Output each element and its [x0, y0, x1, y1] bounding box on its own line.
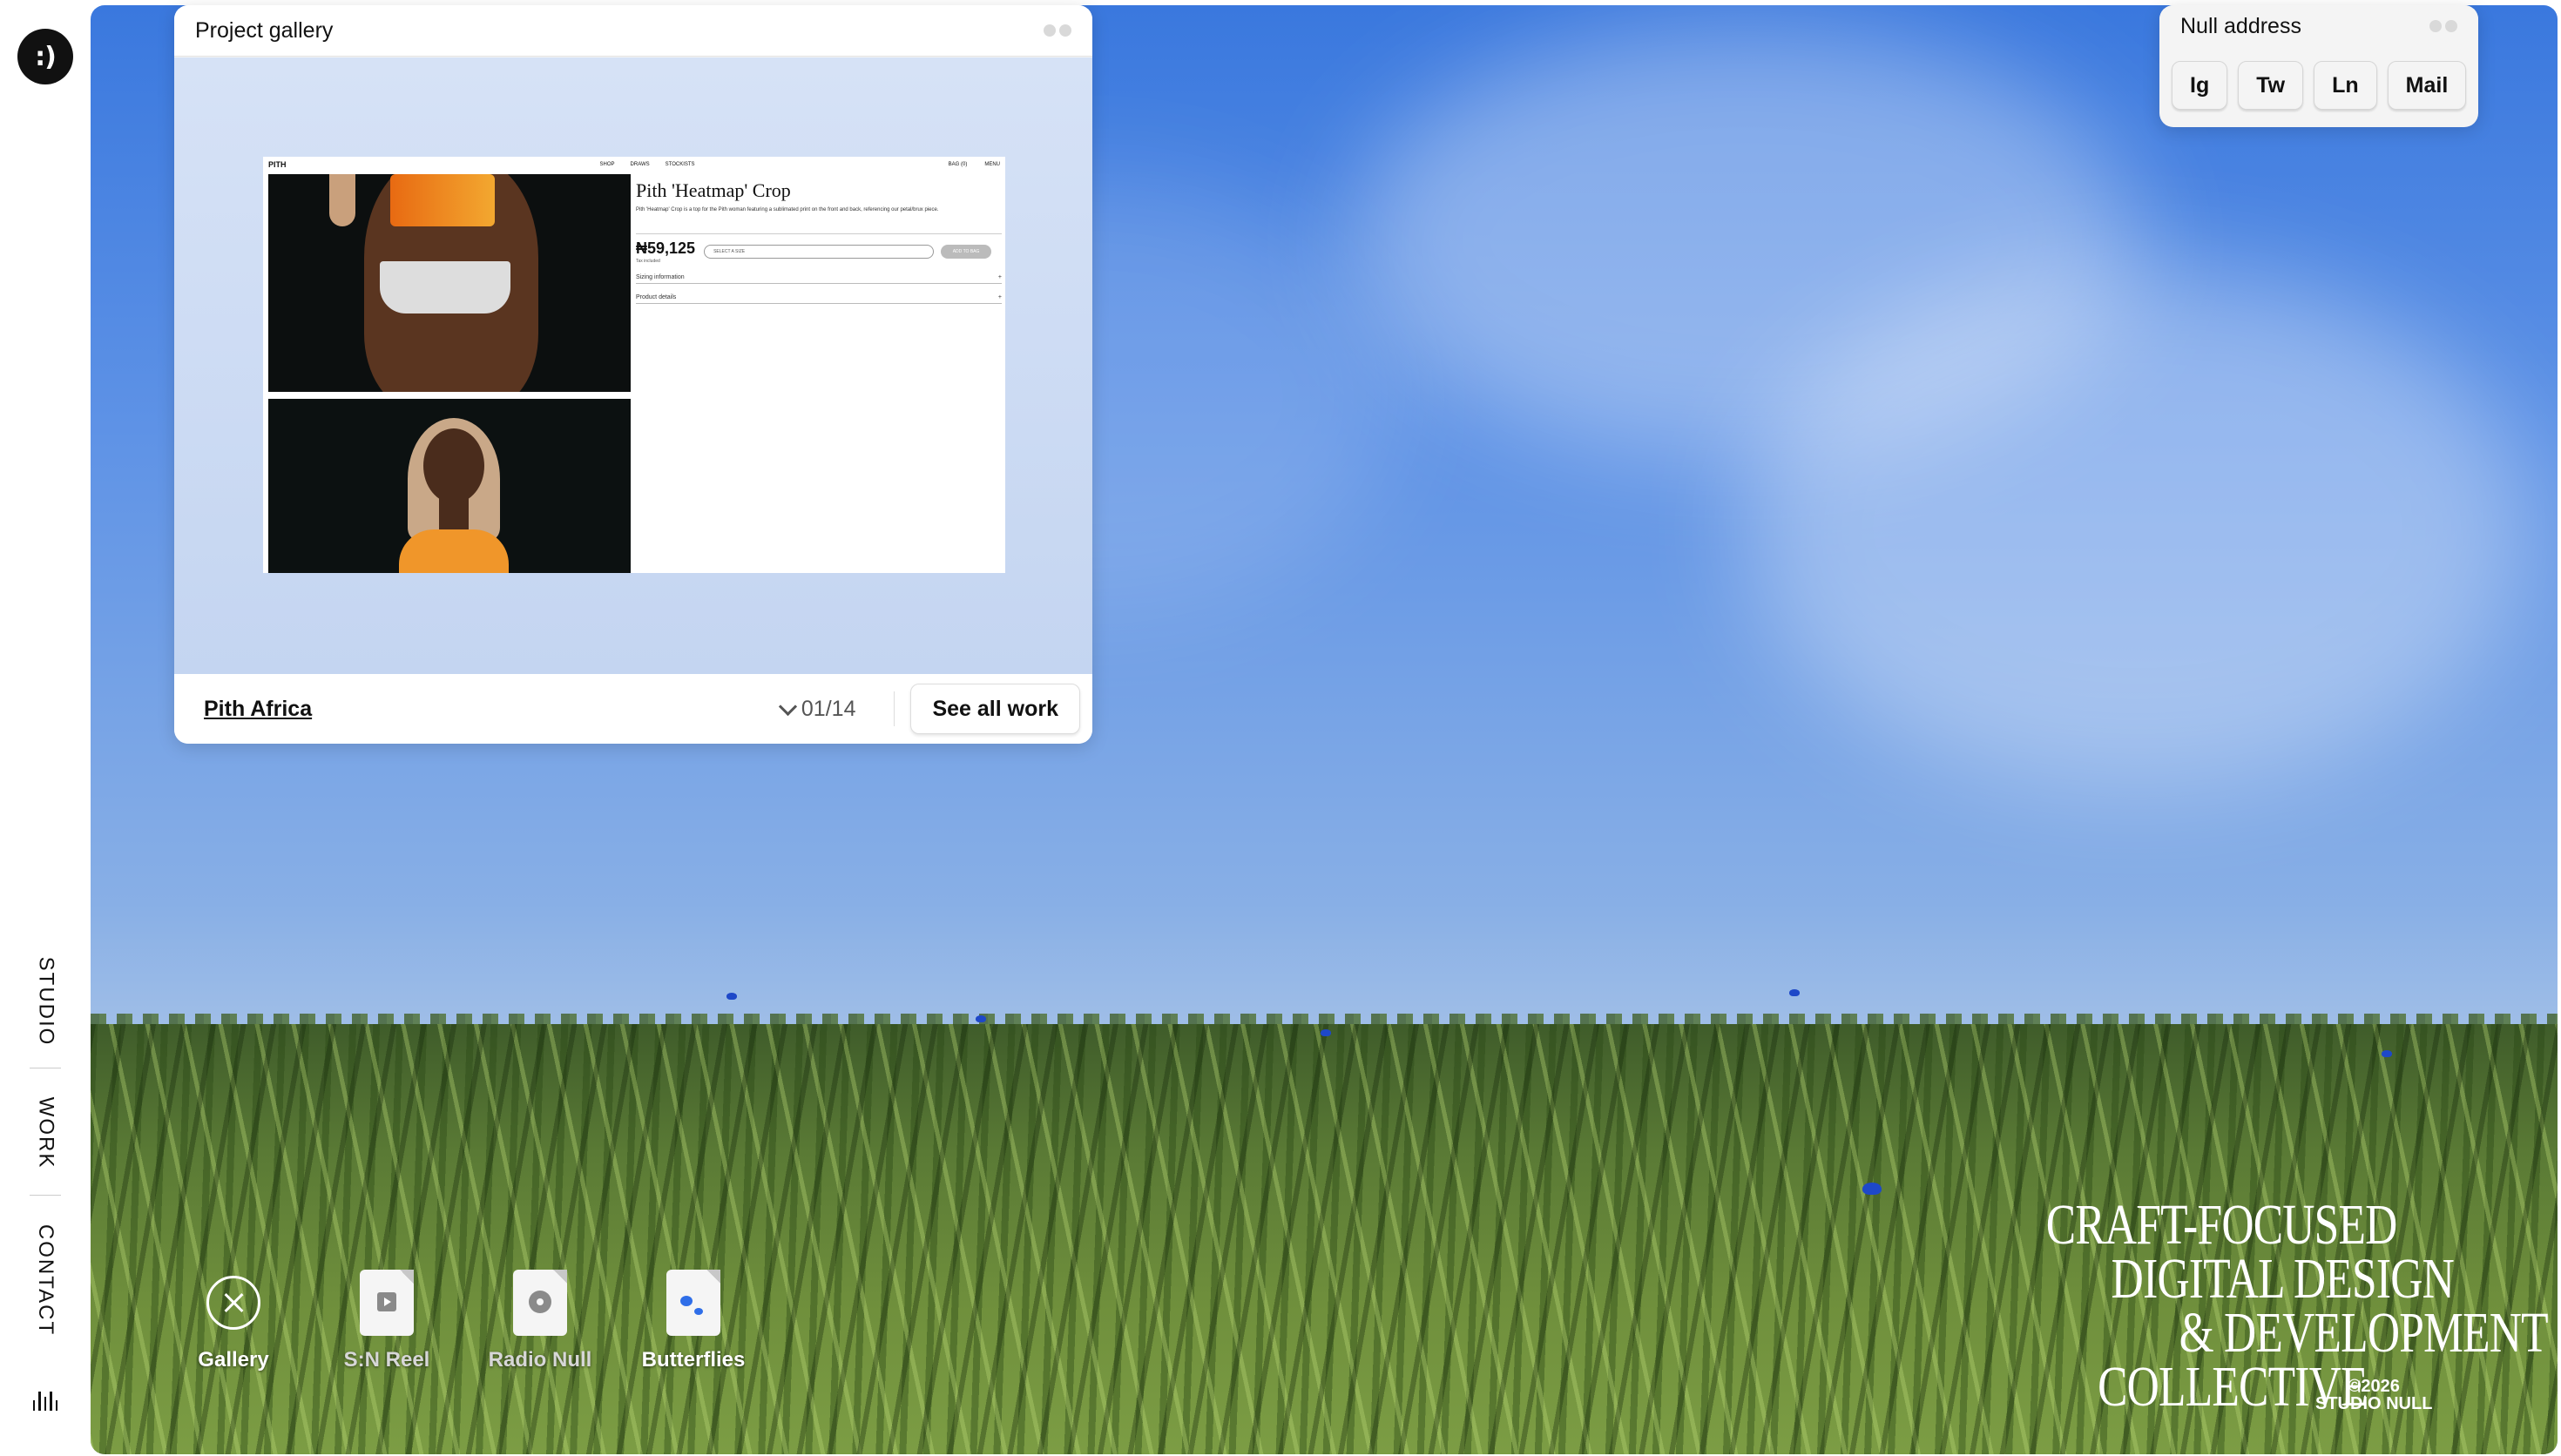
window-dot-icon[interactable] [2429, 20, 2442, 32]
butterfly-icon [726, 993, 737, 1000]
butterflies-file-icon [666, 1270, 720, 1336]
see-all-work-button[interactable]: See all work [910, 684, 1080, 734]
contact-window-header[interactable]: Null address [2159, 5, 2478, 47]
project-link[interactable]: Pith Africa [204, 697, 312, 722]
null-address-window[interactable]: Null address Ig Tw Ln Mail [2159, 5, 2478, 127]
audio-file-icon [513, 1270, 567, 1336]
window-title: Project gallery [195, 17, 334, 43]
window-controls[interactable] [2429, 20, 2457, 32]
butterfly-icon [976, 1015, 986, 1022]
nav-work[interactable]: WORK [0, 1085, 91, 1181]
footer-divider [894, 691, 895, 726]
nav-studio[interactable]: STUDIO [0, 949, 91, 1054]
left-rail: :) STUDIO WORK CONTACT [0, 0, 91, 1456]
preview-brand: PITH [268, 160, 287, 169]
video-file-icon [360, 1270, 414, 1336]
desktop-icon-butterflies[interactable]: Butterflies [634, 1268, 753, 1372]
logo-button[interactable]: :) [17, 29, 73, 84]
equalizer-icon[interactable] [33, 1392, 58, 1411]
logo-text: :) [35, 41, 57, 72]
gallery-window-header[interactable]: Project gallery [174, 5, 1092, 57]
desktop-icon-radio[interactable]: Radio Null [481, 1268, 599, 1372]
desktop-icons: Gallery S:N Reel Radio Null Butterflies [174, 1268, 753, 1372]
butterfly-icon [2382, 1050, 2392, 1057]
product-photo [268, 174, 631, 392]
butterfly-icon [1321, 1029, 1331, 1036]
mail-button[interactable]: Mail [2387, 61, 2467, 110]
project-counter: 01/14 [801, 696, 856, 721]
butterfly-icon [1789, 989, 1800, 996]
nav-contact[interactable]: CONTACT [0, 1219, 91, 1341]
window-controls[interactable] [1044, 24, 1071, 37]
copyright: ©2026 STUDIO NULL [2315, 1377, 2433, 1413]
gallery-footer: Pith Africa 01/14 See all work [174, 674, 1092, 744]
window-dot-icon[interactable] [1044, 24, 1056, 37]
linkedin-button[interactable]: Ln [2314, 61, 2377, 110]
project-screenshot: PITH SHOP DRAWS STOCKISTS BAG (0) MENU P… [263, 157, 1005, 573]
close-circle-icon [206, 1276, 260, 1330]
desktop-icon-reel[interactable]: S:N Reel [328, 1268, 446, 1372]
project-selector[interactable]: 01/14 [778, 696, 856, 722]
window-dot-icon[interactable] [2445, 20, 2457, 32]
project-gallery-window[interactable]: Project gallery PITH SHOP DRAWS STOCKIST… [174, 5, 1092, 744]
chevron-down-icon [778, 697, 798, 716]
instagram-button[interactable]: Ig [2172, 61, 2228, 110]
product-photo [268, 399, 631, 573]
window-dot-icon[interactable] [1059, 24, 1071, 37]
nav-divider [30, 1195, 61, 1196]
product-info: Pith 'Heatmap' Crop Pith 'Heatmap' Crop … [636, 174, 1002, 304]
window-title: Null address [2180, 13, 2301, 38]
butterfly-icon [1862, 1183, 1882, 1195]
desktop-icon-gallery[interactable]: Gallery [174, 1268, 293, 1372]
twitter-button[interactable]: Tw [2238, 61, 2304, 110]
gallery-preview-area[interactable]: PITH SHOP DRAWS STOCKISTS BAG (0) MENU P… [174, 57, 1092, 674]
